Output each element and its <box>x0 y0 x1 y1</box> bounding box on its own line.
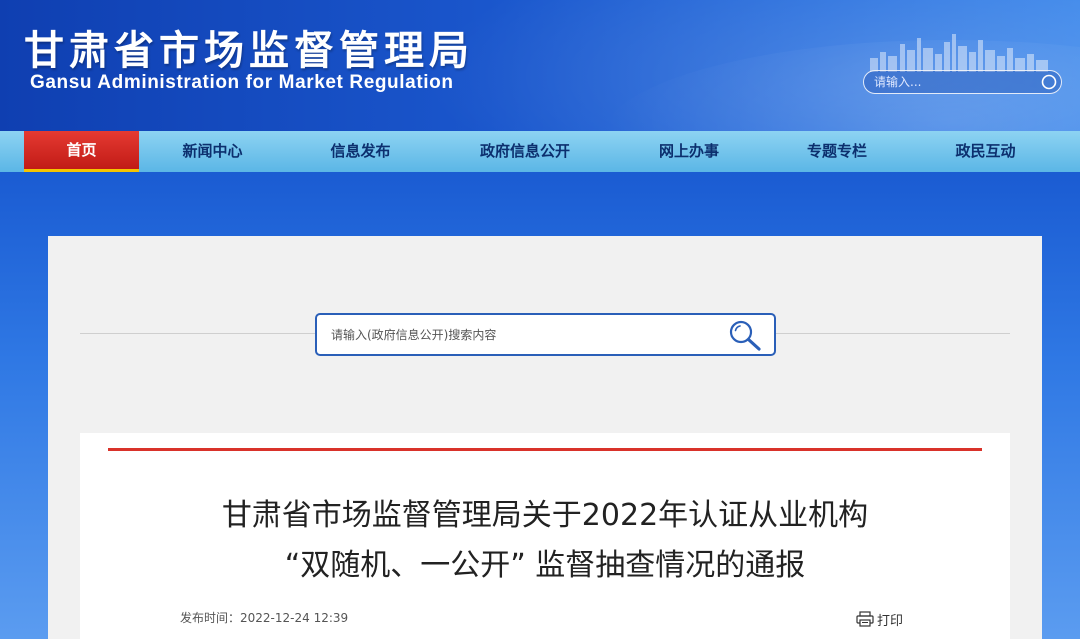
site-header: 甘肃省市场监督管理局 Gansu Administration for Mark… <box>0 0 1080 131</box>
printer-icon <box>856 611 874 627</box>
magnifier-search-icon[interactable] <box>728 319 762 351</box>
site-title-english: Gansu Administration for Market Regulati… <box>30 72 454 93</box>
publish-info: 发布时间：2022-12-24 12:39 <box>180 609 348 626</box>
article-title-line-1: 甘肃省市场监督管理局关于2022年认证从业机构 <box>221 498 869 533</box>
divider-left <box>80 333 315 334</box>
nav-item-online-services[interactable]: 网上办事 <box>615 131 763 172</box>
gov-info-search-box <box>315 313 776 356</box>
divider-right <box>776 333 1010 334</box>
nav-item-news[interactable]: 新闻中心 <box>139 131 286 172</box>
header-search-box <box>863 70 1062 94</box>
search-icon[interactable] <box>1040 73 1058 91</box>
print-label: 打印 <box>877 613 904 629</box>
city-skyline-icon <box>870 34 1048 72</box>
print-button[interactable]: 打印 <box>856 609 903 629</box>
nav-item-public-interaction[interactable]: 政民互动 <box>911 131 1060 172</box>
article: 甘肃省市场监督管理局关于2022年认证从业机构 “双随机、一公开” 监督抽查情况… <box>108 448 982 639</box>
article-title: 甘肃省市场监督管理局关于2022年认证从业机构 “双随机、一公开” 监督抽查情况… <box>108 491 982 591</box>
nav-item-gov-info-disclosure[interactable]: 政府信息公开 <box>435 131 615 172</box>
article-title-line-2: “双随机、一公开” 监督抽查情况的通报 <box>284 548 806 583</box>
nav-item-home[interactable]: 首页 <box>24 131 139 172</box>
publish-time: 2022-12-24 12:39 <box>240 611 349 625</box>
content-panel: 甘肃省市场监督管理局关于2022年认证从业机构 “双随机、一公开” 监督抽查情况… <box>48 236 1042 639</box>
main-nav: 首页 新闻中心 信息发布 政府信息公开 网上办事 专题专栏 政民互动 <box>0 131 1080 172</box>
nav-item-info-release[interactable]: 信息发布 <box>286 131 435 172</box>
article-container: 甘肃省市场监督管理局关于2022年认证从业机构 “双随机、一公开” 监督抽查情况… <box>80 433 1010 639</box>
site-title-chinese: 甘肃省市场监督管理局 <box>24 28 474 74</box>
header-search-input[interactable] <box>874 73 1034 91</box>
gov-info-search-input[interactable] <box>331 325 711 345</box>
nav-item-special-topics[interactable]: 专题专栏 <box>763 131 911 172</box>
publish-label: 发布时间： <box>180 611 241 625</box>
